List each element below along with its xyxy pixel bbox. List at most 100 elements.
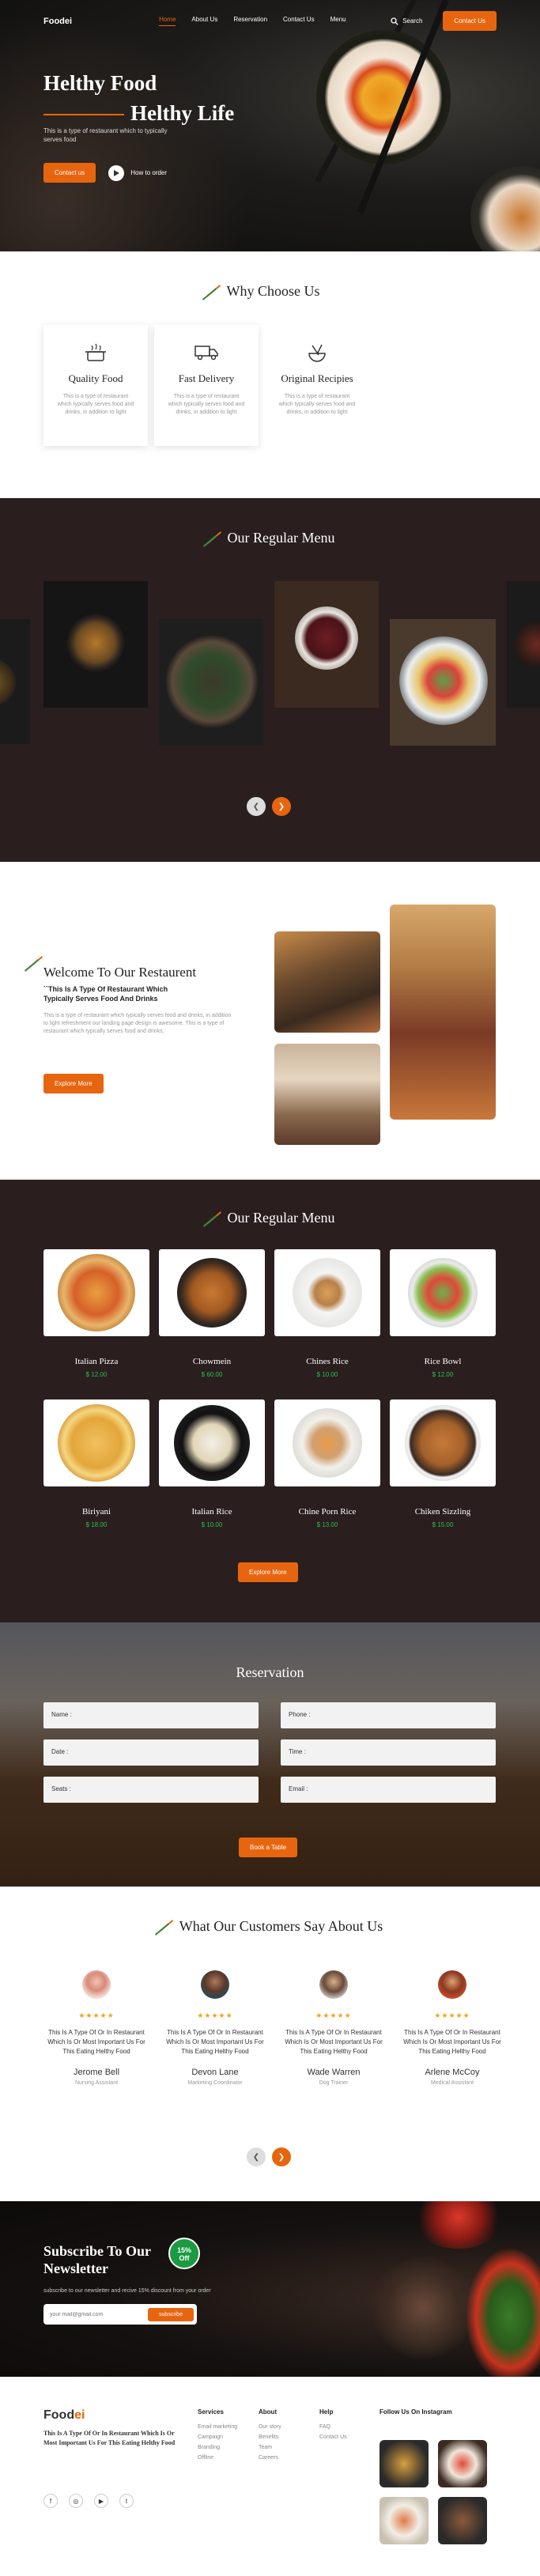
next-arrow-button[interactable]: ❯ — [272, 2147, 291, 2166]
why-cards: Quality Food This is a type of restauran… — [43, 325, 540, 446]
menu-item[interactable]: Biriyani $ 18.00 — [43, 1399, 149, 1550]
menu-item[interactable]: Italian Pizza $ 12.00 — [43, 1249, 149, 1399]
section-heading: What Our Customers Say About Us — [0, 1918, 540, 1935]
customer-name: Arlene McCoy — [425, 2068, 480, 2077]
why-card: Original Recipies This is a type of rest… — [265, 325, 369, 446]
menu-item[interactable]: Chine Porn Rice $ 13.00 — [274, 1399, 380, 1550]
instagram-gallery — [380, 2440, 487, 2544]
twitter-icon[interactable]: t — [119, 2494, 134, 2508]
facebook-icon[interactable]: f — [43, 2494, 58, 2508]
footer-logo-a: Food — [43, 2408, 75, 2422]
testimonial-quote: This Is A Type Of Or In Restaurant Which… — [166, 2029, 264, 2055]
testimonial-card: ★★★★★ This Is A Type Of Or In Restaurant… — [281, 1970, 387, 2086]
bowl-image — [372, 2257, 474, 2359]
carousel-image — [0, 619, 30, 744]
next-arrow-button[interactable]: ❯ — [272, 797, 291, 816]
instagram-photo[interactable] — [380, 2440, 429, 2487]
dish-photo — [390, 1249, 496, 1336]
contact-us-button[interactable]: Contact Us — [443, 11, 497, 31]
footer-link[interactable]: Email marketing — [198, 2422, 237, 2432]
reservation-title: Reservation — [236, 1664, 304, 1680]
footer-link[interactable]: Careers — [259, 2453, 281, 2463]
discount-badge: 15% Off — [168, 2238, 200, 2269]
menu-item-name: Italian Pizza — [74, 1357, 119, 1366]
testimonial-quote: This Is A Type Of Or In Restaurant Which… — [403, 2029, 501, 2055]
menu-item[interactable]: Chowmein $ 60.00 — [159, 1249, 265, 1399]
badge-percent: 15% — [176, 2246, 191, 2254]
instagram-icon[interactable]: ◎ — [69, 2494, 83, 2508]
email-field[interactable]: Email : — [281, 1777, 496, 1803]
nav-link-menu[interactable]: Menu — [330, 16, 346, 26]
subscribe-button[interactable]: subscribe — [148, 2307, 194, 2321]
logo[interactable]: Foodei — [43, 17, 72, 26]
nav-link-about[interactable]: About Us — [191, 16, 217, 26]
newsletter-email-input[interactable] — [50, 2311, 149, 2317]
footer-link[interactable]: Offline — [198, 2453, 237, 2463]
menu-item-name: Italian Rice — [191, 1507, 232, 1517]
welcome-text: This is a type of restaurant which typic… — [43, 1013, 232, 1034]
explore-more-button[interactable]: Explore More — [43, 1074, 104, 1093]
nav-link-contact[interactable]: Contact Us — [283, 16, 315, 26]
footer-link[interactable]: Branding — [198, 2442, 237, 2453]
footer-link[interactable]: Our story — [259, 2422, 281, 2432]
newsletter-title-line2: Newsletter — [43, 2261, 108, 2276]
carousel-controls: ❮ ❯ — [247, 797, 291, 816]
testimonial-card: ★★★★★ This Is A Type Of Or In Restaurant… — [162, 1970, 268, 2086]
menu-item[interactable]: Chines Rice $ 10.00 — [274, 1249, 380, 1399]
footer-link[interactable]: Campaign — [198, 2432, 237, 2442]
avatar — [201, 1970, 229, 1999]
instagram-photo[interactable] — [380, 2497, 429, 2544]
dish-photo — [159, 1399, 265, 1486]
avatar — [82, 1970, 111, 1999]
youtube-icon[interactable]: ▶ — [94, 2494, 108, 2508]
time-field[interactable]: Time : — [281, 1739, 496, 1766]
dish-photo — [390, 1399, 496, 1486]
nav-link-reservation[interactable]: Reservation — [233, 16, 267, 26]
hero-contact-button[interactable]: Contact us — [43, 163, 96, 183]
dish-photo — [274, 1249, 380, 1336]
reservation-section: Reservation Name : Phone : Date : Time :… — [0, 1622, 540, 1887]
section-heading: Our Regular Menu — [0, 530, 540, 546]
footer-description: This Is A Type Of Or In Restaurant Which… — [43, 2430, 176, 2446]
footer-logo[interactable]: Foodei — [43, 2408, 85, 2423]
menu-item[interactable]: Italian Rice $ 10.00 — [159, 1399, 265, 1550]
book-table-button[interactable]: Book a Table — [239, 1838, 298, 1857]
newsletter-form: subscribe — [43, 2304, 197, 2325]
prev-arrow-button[interactable]: ❮ — [247, 2147, 266, 2166]
footer-link[interactable]: Benefits — [259, 2432, 281, 2442]
footer-link[interactable]: Contact Us — [319, 2432, 347, 2442]
customer-name: Devon Lane — [191, 2068, 239, 2077]
footer-link[interactable]: Team — [259, 2442, 281, 2453]
instagram-photo[interactable] — [438, 2440, 487, 2487]
leaf-decoration-icon — [205, 284, 222, 300]
instagram-photo[interactable] — [438, 2497, 487, 2544]
dish-photo — [43, 1399, 149, 1486]
footer-link[interactable]: FAQ — [319, 2422, 347, 2432]
why-choose-us-section: Why Choose Us Quality Food This is a typ… — [0, 251, 540, 498]
menu-item[interactable]: Chiken Sizzling $ 15.00 — [390, 1399, 496, 1550]
menu-item[interactable]: Rice Bowl $ 12.00 — [390, 1249, 496, 1399]
search-button[interactable]: Search — [391, 17, 422, 25]
customer-role: Nursing Assistant — [74, 2080, 119, 2086]
seats-field[interactable]: Seats : — [43, 1777, 259, 1803]
phone-field[interactable]: Phone : — [281, 1702, 496, 1728]
menu-carousel[interactable] — [0, 581, 540, 746]
dish-photo — [159, 1249, 265, 1336]
menu-item-name: Rice Bowl — [424, 1357, 462, 1366]
menu-item-name: Biriyani — [81, 1507, 111, 1517]
social-links: f ◎ ▶ t — [43, 2494, 134, 2508]
footer-about: About Our story Benefits Team Careers — [259, 2408, 281, 2463]
prev-arrow-button[interactable]: ❮ — [247, 797, 266, 816]
nav-link-home[interactable]: Home — [159, 16, 176, 26]
welcome-subtitle: ``This Is A Type Of Restaurant Which Typ… — [43, 985, 168, 1003]
cooking-pot-icon — [43, 342, 148, 364]
date-field[interactable]: Date : — [43, 1739, 259, 1766]
menu-explore-more-button[interactable]: Explore More — [238, 1562, 298, 1582]
nav-links: Home About Us Reservation Contact Us Men… — [159, 16, 346, 26]
how-to-order-link[interactable]: How to order — [108, 164, 167, 181]
dish-photo — [43, 1249, 149, 1336]
name-field[interactable]: Name : — [43, 1702, 259, 1728]
restaurant-dining-image — [274, 1044, 380, 1145]
sushi-image-secondary — [470, 166, 540, 251]
leaf-decoration-icon — [157, 1919, 175, 1935]
